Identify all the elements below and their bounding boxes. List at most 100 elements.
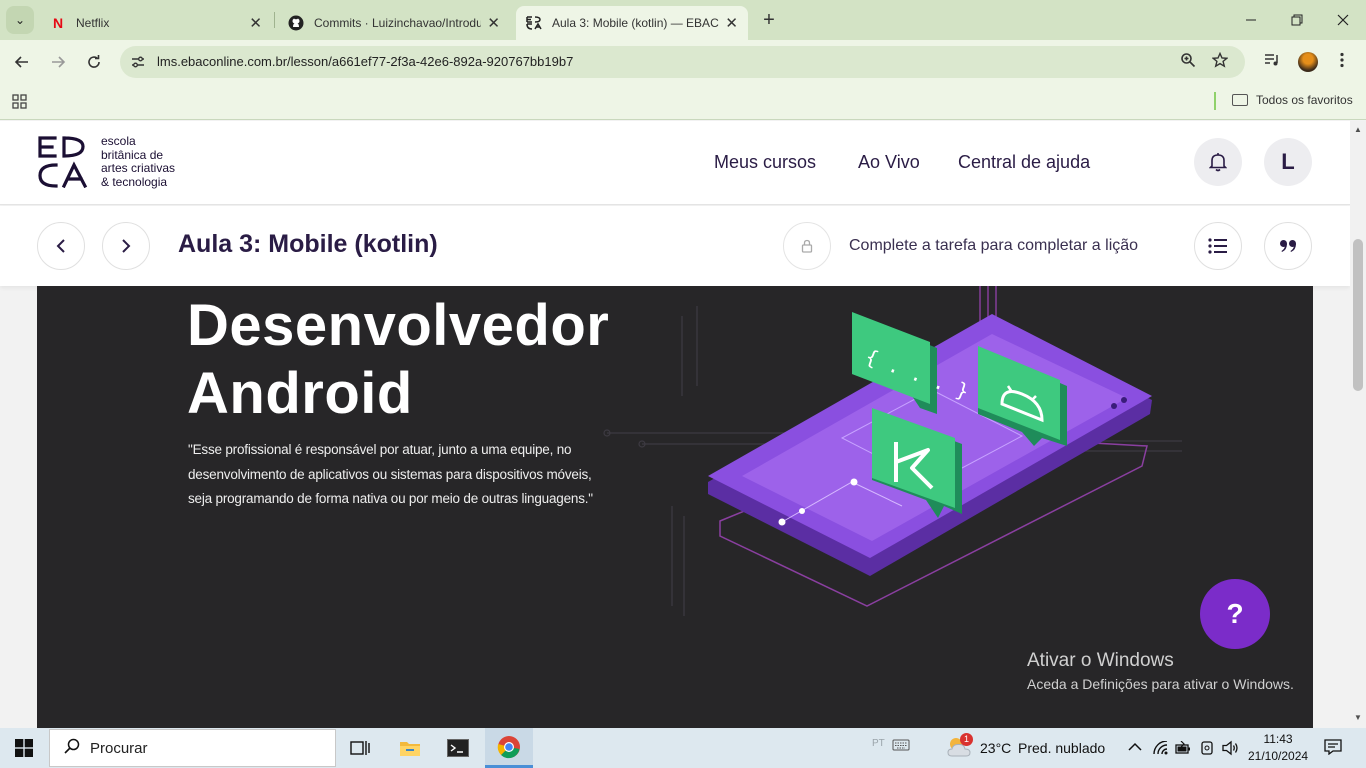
hero-quote-line: "Esse profissional é responsável por atu… (188, 442, 572, 457)
volume-icon[interactable] (1222, 740, 1240, 759)
list-icon (1208, 238, 1227, 254)
close-tab-icon[interactable]: ✕ (487, 14, 500, 32)
previous-lesson-button[interactable] (37, 222, 85, 270)
nav-ao-vivo[interactable]: Ao Vivo (858, 152, 920, 173)
user-avatar-button[interactable]: L (1264, 138, 1312, 186)
nav-meus-cursos[interactable]: Meus cursos (714, 152, 816, 173)
taskbar-search-box[interactable]: Procurar (49, 729, 336, 767)
all-bookmarks-folder[interactable]: Todos os favoritos (1232, 93, 1353, 107)
browser-tab-strip: ⌄ N Netflix ✕ Commits · Luizinchavao/Int… (0, 0, 1366, 40)
task-view-icon (350, 741, 370, 755)
quote-icon (1280, 240, 1296, 252)
tab-title: Netflix (76, 16, 110, 30)
task-view-button[interactable] (336, 728, 384, 768)
tab-github[interactable]: Commits · Luizinchavao/Introdu ✕ (278, 6, 510, 40)
chevron-right-icon (122, 239, 131, 253)
avatar-letter: L (1281, 149, 1295, 174)
arrow-right-icon (52, 56, 66, 68)
scroll-down-icon[interactable]: ▼ (1354, 713, 1362, 722)
github-icon (288, 15, 304, 31)
reload-icon (88, 55, 100, 68)
wifi-icon[interactable] (1153, 740, 1169, 758)
bookmark-star-icon[interactable] (1211, 51, 1229, 73)
tab-divider (274, 12, 275, 28)
bookmarks-divider (1214, 92, 1216, 110)
windows-taskbar: Procurar PT 1 23°C Pred. nublado 11:43 2… (0, 728, 1366, 768)
hero-title-line: Android (187, 361, 413, 426)
weather-widget[interactable]: 1 (946, 733, 974, 763)
hero-quote-line: desenvolvimento de aplicativos ou sistem… (188, 466, 592, 482)
logo-line: escola (101, 134, 136, 148)
watermark-subtitle: Aceda a Definições para ativar o Windows… (1027, 676, 1294, 692)
comments-button[interactable] (1264, 222, 1312, 270)
nav-central-de-ajuda[interactable]: Central de ajuda (958, 152, 1090, 173)
tab-ebac[interactable]: Aula 3: Mobile (kotlin) — EBAC ✕ (516, 6, 748, 40)
scroll-thumb[interactable] (1353, 239, 1363, 391)
chrome-icon (497, 735, 520, 758)
android-illustration: { . . . } (603, 286, 1182, 616)
lesson-bar: Aula 3: Mobile (kotlin) Complete a taref… (0, 206, 1350, 286)
search-icon (64, 738, 80, 759)
input-language[interactable]: PT (872, 738, 885, 749)
minimize-button[interactable] (1228, 0, 1274, 40)
weather-alert-badge: 1 (960, 733, 973, 746)
logo-text: escola britânica de artes criativas & te… (101, 134, 175, 189)
chevron-up-icon[interactable] (1128, 740, 1142, 755)
back-button[interactable] (10, 50, 34, 74)
next-lesson-button[interactable] (102, 222, 150, 270)
notifications-button[interactable] (1194, 138, 1242, 186)
complete-task-text: Complete a tarefa para completar a lição (849, 237, 1139, 254)
forward-button[interactable] (46, 50, 70, 74)
lesson-list-button[interactable] (1194, 222, 1242, 270)
bell-icon (1209, 153, 1227, 172)
ebac-logo[interactable] (37, 136, 89, 188)
close-tab-icon[interactable]: ✕ (725, 14, 738, 32)
tab-title: Commits · Luizinchavao/Introdu (314, 16, 482, 30)
page-viewport: escola britânica de artes criativas & te… (0, 121, 1350, 728)
chevron-left-icon (56, 239, 65, 253)
url-text[interactable]: lms.ebaconline.com.br/lesson/a661ef77-2f… (157, 54, 573, 69)
logo-line: britânica de (101, 147, 164, 162)
tab-search-button[interactable]: ⌄ (6, 6, 34, 34)
close-icon (1337, 14, 1349, 26)
battery-icon[interactable] (1175, 740, 1191, 758)
start-button[interactable] (0, 728, 48, 768)
system-clock[interactable]: 11:43 21/10/2024 (1248, 731, 1308, 765)
page-scrollbar[interactable]: ▲ ▼ (1350, 121, 1366, 728)
folder-icon (400, 742, 420, 756)
bookmarks-bar: Todos os favoritos (0, 84, 1366, 120)
windows-activation-watermark: Ativar o Windows Aceda a Definições para… (1027, 650, 1294, 692)
profile-avatar[interactable] (1298, 52, 1318, 72)
zoom-icon[interactable] (1180, 52, 1196, 73)
hero-title-line: Desenvolvedor (187, 293, 610, 358)
chevron-down-icon: ⌄ (14, 13, 26, 27)
lesson-title: Aula 3: Mobile (kotlin) (178, 230, 438, 258)
apps-grid-icon[interactable] (12, 94, 27, 112)
lock-icon (801, 239, 813, 253)
notification-center-icon[interactable] (1324, 739, 1342, 759)
address-bar[interactable]: lms.ebaconline.com.br/lesson/a661ef77-2f… (120, 46, 1245, 78)
close-window-button[interactable] (1320, 0, 1366, 40)
new-tab-button[interactable]: + (758, 8, 780, 32)
device-icon[interactable] (1200, 740, 1214, 759)
media-control-icon[interactable] (1264, 52, 1280, 72)
file-explorer-button[interactable] (386, 728, 434, 768)
browser-toolbar: lms.ebaconline.com.br/lesson/a661ef77-2f… (0, 40, 1366, 84)
hero-quote: "Esse profissional é responsável por atu… (188, 438, 628, 512)
keyboard-icon[interactable] (892, 738, 910, 755)
menu-kebab-icon[interactable] (1340, 52, 1344, 72)
close-tab-icon[interactable]: ✕ (249, 14, 262, 32)
lesson-lock-button (783, 222, 831, 270)
site-settings-icon[interactable] (130, 54, 146, 73)
reload-button[interactable] (82, 50, 106, 74)
help-button[interactable]: ? (1200, 579, 1270, 649)
restore-button[interactable] (1274, 0, 1320, 40)
ebac-icon (526, 15, 542, 31)
folder-label: Todos os favoritos (1256, 93, 1353, 107)
folder-icon (1232, 94, 1248, 106)
scroll-up-icon[interactable]: ▲ (1354, 125, 1362, 134)
chrome-button[interactable] (485, 728, 533, 768)
tab-netflix[interactable]: N Netflix ✕ (40, 6, 272, 40)
search-placeholder: Procurar (90, 739, 148, 757)
terminal-button[interactable] (434, 728, 482, 768)
